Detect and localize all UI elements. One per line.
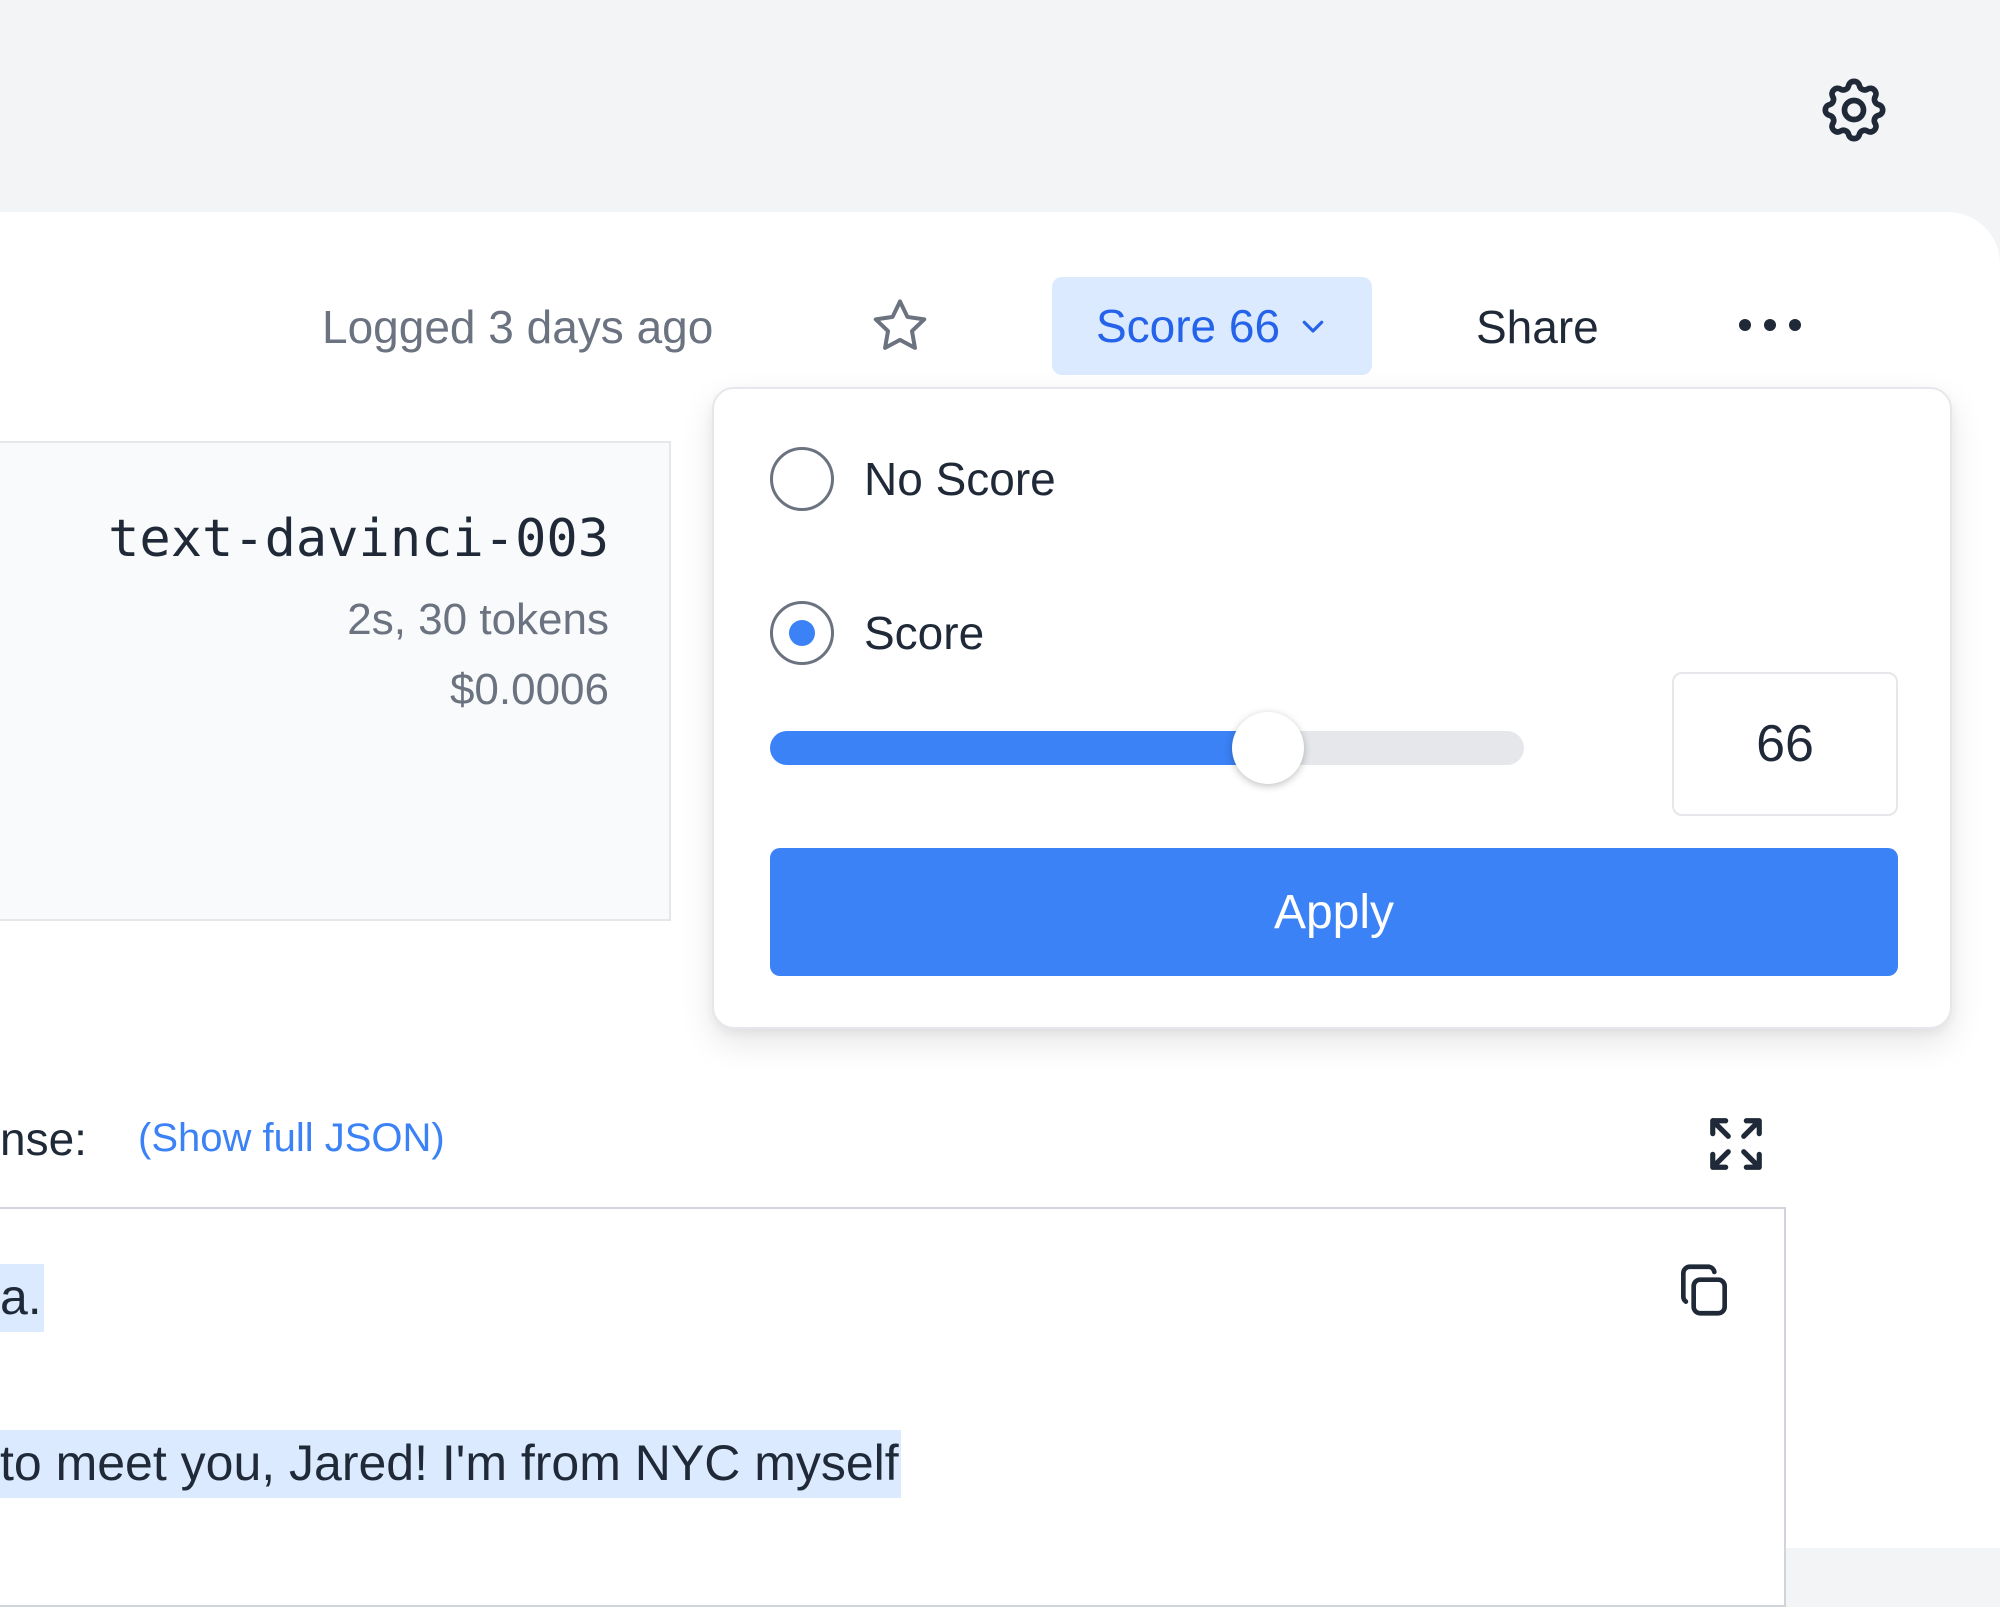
more-horizontal-icon [1739,319,1801,331]
score-radio[interactable] [770,601,834,665]
score-popover: No Score Score Apply [712,387,1952,1029]
star-icon [873,299,927,350]
show-full-json-link[interactable]: (Show full JSON) [138,1116,445,1161]
no-score-label: No Score [864,453,1056,505]
model-info-panel: text-davinci-003 2s, 30 tokens $0.0006 [0,441,671,921]
model-latency-tokens: 2s, 30 tokens [347,595,609,644]
model-cost: $0.0006 [449,665,609,714]
share-button[interactable]: Share [1476,300,1599,354]
favorite-button[interactable] [868,294,932,358]
copy-button[interactable] [1668,1254,1740,1326]
slider-thumb[interactable] [1231,712,1304,784]
response-label: nse: [0,1113,87,1165]
gear-icon [1822,78,1886,142]
expand-button[interactable] [1700,1108,1772,1180]
response-text-line: to meet you, Jared! I'm from NYC myself [0,1430,901,1498]
score-button[interactable]: Score 66 [1052,277,1372,375]
chevron-down-icon [1302,320,1324,333]
score-button-label: Score 66 [1095,300,1281,352]
settings-button[interactable] [1814,70,1894,150]
no-score-radio[interactable] [770,447,834,511]
response-text-line: a. [0,1264,44,1332]
expand-icon [1710,1118,1762,1170]
no-score-option[interactable]: No Score [770,447,1056,511]
slider-fill [770,731,1268,765]
radio-selected-dot [789,620,815,646]
logged-timestamp: Logged 3 days ago [322,301,714,353]
copy-icon [1681,1264,1727,1316]
model-name: text-davinci-003 [108,509,609,569]
more-options-button[interactable] [1730,300,1810,350]
score-slider[interactable] [770,712,1524,784]
response-content-box[interactable] [0,1207,1786,1607]
apply-button[interactable]: Apply [770,848,1898,976]
score-option[interactable]: Score [770,601,984,665]
score-label: Score [864,607,985,659]
score-value-input[interactable] [1672,672,1898,816]
